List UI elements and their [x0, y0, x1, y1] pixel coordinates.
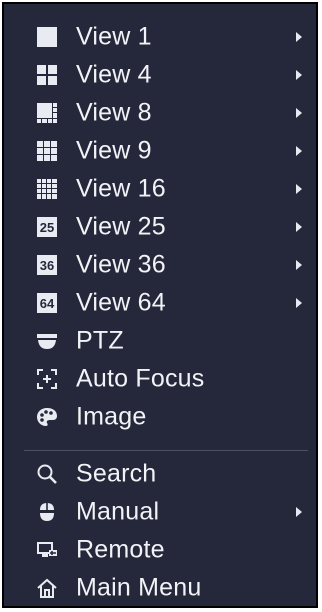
submenu-arrow-icon	[296, 298, 302, 308]
menu-divider	[24, 450, 308, 451]
ptz-camera-icon	[36, 330, 58, 352]
view-64-icon-text: 64	[40, 296, 55, 311]
menu-item-view-36[interactable]: 36 View 36	[4, 246, 316, 284]
menu-item-label: PTZ	[76, 326, 124, 355]
view-64-icon: 64	[36, 292, 58, 314]
menu-item-view-25[interactable]: 25 View 25	[4, 208, 316, 246]
view-4-icon	[36, 64, 58, 86]
submenu-arrow-icon	[296, 108, 302, 118]
menu-item-image[interactable]: Image	[4, 398, 316, 436]
menu-item-view-1[interactable]: View 1	[4, 18, 316, 56]
menu-item-label: Main Menu	[76, 573, 202, 602]
submenu-arrow-icon	[296, 32, 302, 42]
menu-item-label: View 25	[76, 212, 166, 241]
view-36-icon: 36	[36, 254, 58, 276]
menu-item-label: Auto Focus	[76, 364, 205, 393]
menu-item-view-9[interactable]: View 9	[4, 132, 316, 170]
view-1-icon	[36, 26, 58, 48]
submenu-arrow-icon	[296, 260, 302, 270]
menu-item-label: Image	[76, 402, 147, 431]
image-palette-icon	[36, 406, 58, 428]
menu-item-main-menu[interactable]: Main Menu	[4, 569, 316, 607]
menu-item-label: View 36	[76, 250, 166, 279]
view-16-icon	[36, 178, 58, 200]
remote-device-icon	[36, 539, 58, 561]
view-9-icon	[36, 140, 58, 162]
auto-focus-icon	[36, 368, 58, 390]
menu-item-view-8[interactable]: View 8	[4, 94, 316, 132]
search-icon	[36, 463, 58, 485]
menu-item-label: View 1	[76, 22, 152, 51]
menu-item-label: View 64	[76, 288, 166, 317]
submenu-arrow-icon	[296, 507, 302, 517]
menu-item-label: Manual	[76, 497, 160, 526]
view-25-icon-text: 25	[40, 220, 54, 235]
menu-item-view-64[interactable]: 64 View 64	[4, 284, 316, 322]
menu-item-search[interactable]: Search	[4, 455, 316, 493]
menu-item-view-4[interactable]: View 4	[4, 56, 316, 94]
submenu-arrow-icon	[296, 222, 302, 232]
menu-item-label: Search	[76, 459, 157, 488]
menu-item-label: View 9	[76, 136, 152, 165]
view-36-icon-text: 36	[40, 258, 54, 273]
submenu-arrow-icon	[296, 184, 302, 194]
menu-item-manual[interactable]: Manual	[4, 493, 316, 531]
home-icon	[36, 577, 58, 599]
menu-item-label: Remote	[76, 535, 165, 564]
view-25-icon: 25	[36, 216, 58, 238]
submenu-arrow-icon	[296, 146, 302, 156]
menu-item-label: View 4	[76, 60, 152, 89]
menu-item-ptz[interactable]: PTZ	[4, 322, 316, 360]
menu-item-view-16[interactable]: View 16	[4, 170, 316, 208]
menu-item-auto-focus[interactable]: Auto Focus	[4, 360, 316, 398]
submenu-arrow-icon	[296, 70, 302, 80]
view-8-icon	[36, 102, 58, 124]
menu-item-remote[interactable]: Remote	[4, 531, 316, 569]
menu-item-label: View 16	[76, 174, 166, 203]
context-menu: View 1 View 4 View 8 View 9 View 16 25 V…	[2, 2, 318, 608]
manual-mouse-icon	[36, 501, 58, 523]
menu-item-label: View 8	[76, 98, 152, 127]
